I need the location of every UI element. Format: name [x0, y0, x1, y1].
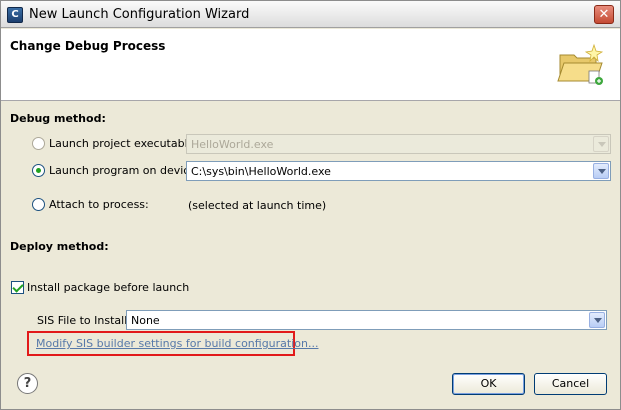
radio-attach-to-process[interactable]: Attach to process:: [32, 198, 149, 211]
dialog-window: C New Launch Configuration Wizard ✕ Chan…: [0, 0, 621, 410]
ok-button[interactable]: OK: [452, 373, 525, 395]
install-package-checkbox[interactable]: [11, 281, 24, 294]
combo-value: HelloWorld.exe: [191, 138, 274, 151]
cancel-button[interactable]: Cancel: [534, 373, 607, 395]
radio-launch-project-executable[interactable]: Launch project executable:: [32, 137, 198, 150]
install-package-label: Install package before launch: [27, 281, 190, 294]
app-icon: C: [7, 7, 23, 23]
radio-button[interactable]: [32, 198, 45, 211]
program-on-device-combo[interactable]: C:\sys\bin\HelloWorld.exe: [186, 161, 611, 181]
close-button[interactable]: ✕: [594, 5, 614, 24]
radio-label: Attach to process:: [49, 198, 149, 211]
dropdown-arrow-icon[interactable]: [593, 163, 609, 179]
radio-label: Launch program on device:: [49, 164, 200, 177]
page-title: Change Debug Process: [10, 39, 166, 53]
project-executable-combo: HelloWorld.exe: [186, 134, 611, 154]
radio-button[interactable]: [32, 137, 45, 150]
radio-button[interactable]: [32, 164, 45, 177]
help-icon[interactable]: ?: [17, 373, 38, 394]
radio-launch-program-on-device[interactable]: Launch program on device:: [32, 164, 200, 177]
debug-method-heading: Debug method:: [10, 112, 106, 125]
dropdown-arrow-icon[interactable]: [589, 312, 605, 328]
combo-value: C:\sys\bin\HelloWorld.exe: [191, 165, 331, 178]
deploy-method-heading: Deploy method:: [10, 240, 109, 253]
folder-wizard-icon: [557, 43, 604, 85]
dropdown-arrow-icon: [593, 136, 609, 152]
combo-value: None: [131, 314, 160, 327]
title-bar: C New Launch Configuration Wizard ✕: [1, 1, 620, 28]
wizard-header: Change Debug Process: [1, 29, 620, 101]
window-title: New Launch Configuration Wizard: [29, 7, 250, 22]
radio-label: Launch project executable:: [49, 137, 199, 150]
sis-file-combo[interactable]: None: [126, 310, 607, 330]
sis-file-label: SIS File to Install:: [37, 314, 131, 327]
modify-sis-builder-link[interactable]: Modify SIS builder settings for build co…: [36, 337, 318, 350]
attach-process-note: (selected at launch time): [188, 199, 327, 212]
